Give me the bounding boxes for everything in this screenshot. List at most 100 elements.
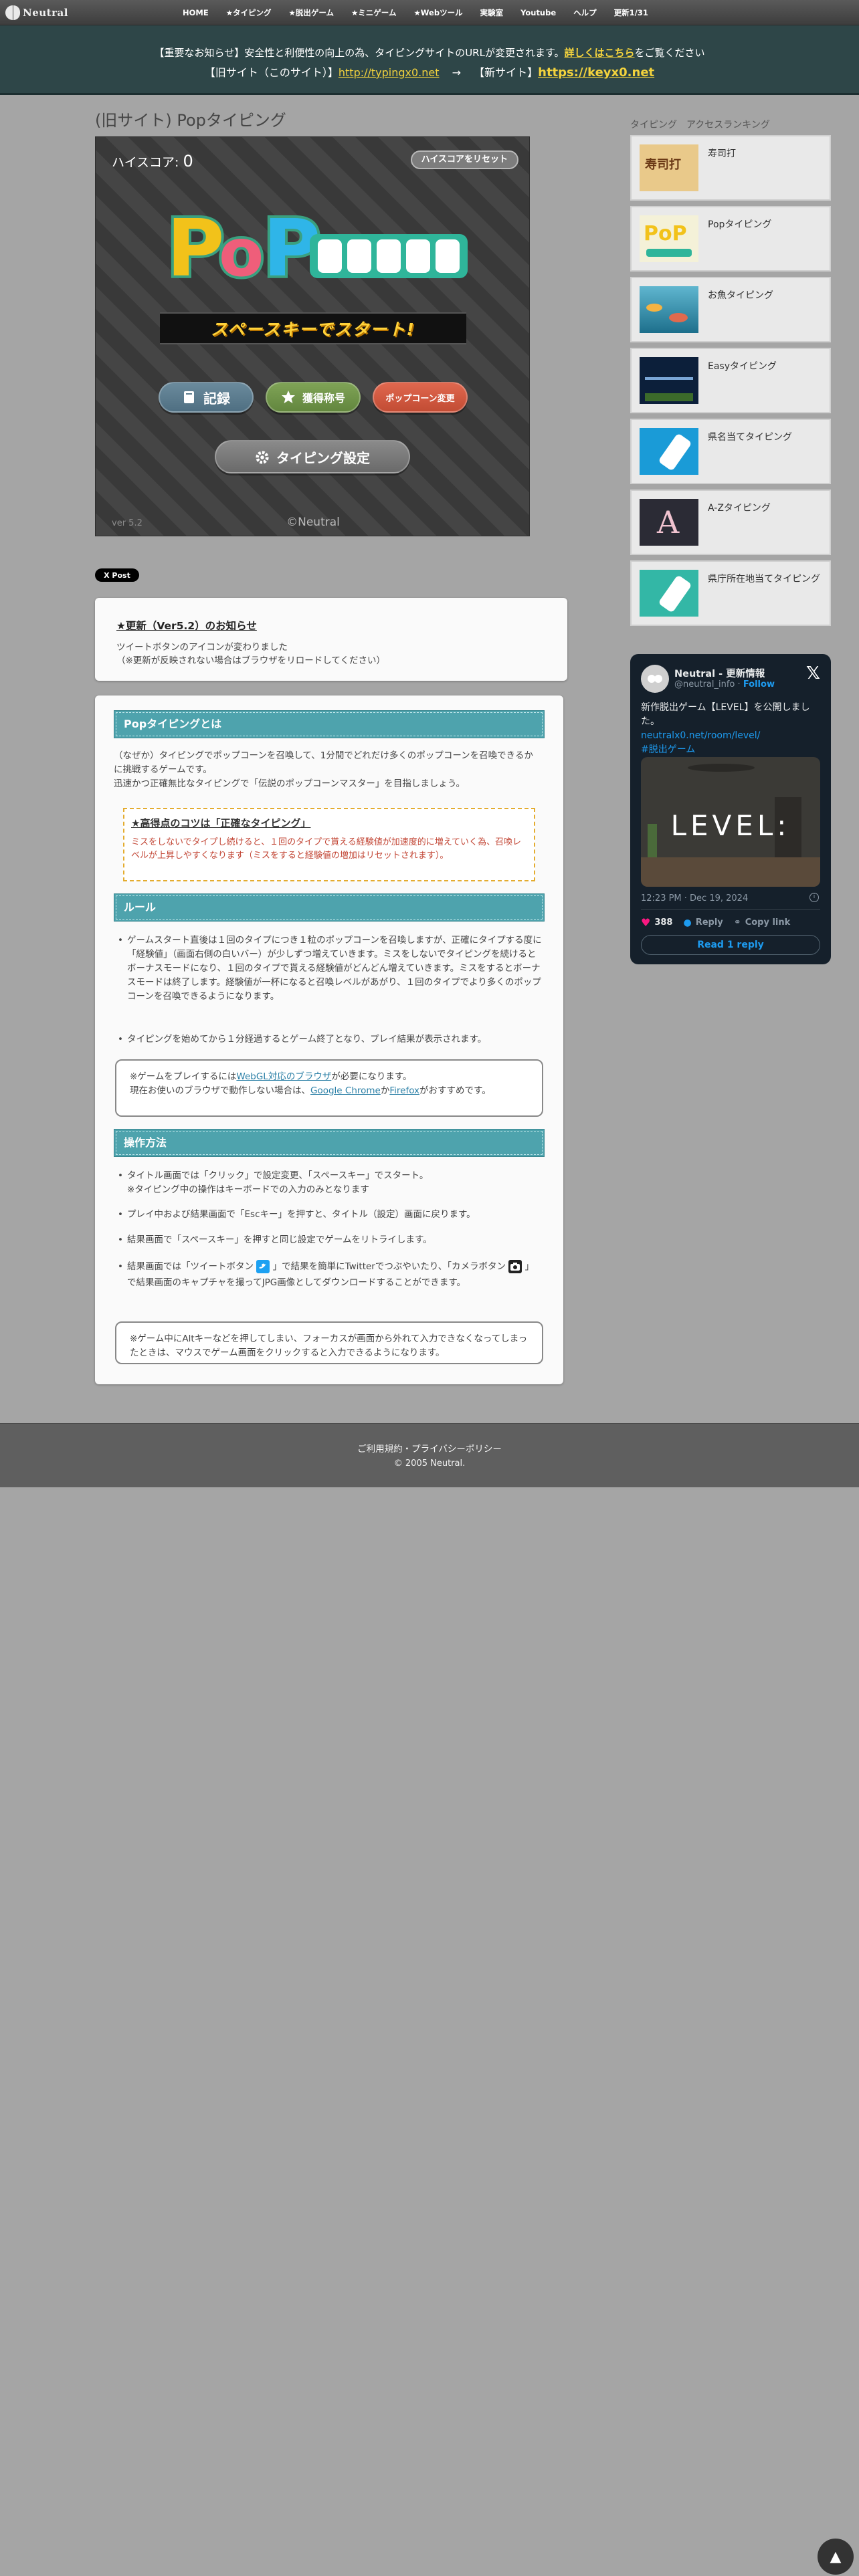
reply-label: Reply xyxy=(695,918,723,928)
link-icon: ⚭ xyxy=(733,918,741,928)
gear-icon xyxy=(255,449,270,464)
titles-button[interactable]: 獲得称号 xyxy=(266,382,361,413)
ranking-item-easy-typing[interactable]: Easyタイピング xyxy=(630,348,831,413)
control-item-4-text-b: 」で結果を簡単にTwitterでつぶやいたり、「カメラボタン xyxy=(272,1261,506,1272)
ranking-item-sushida[interactable]: 寿司打 寿司打 xyxy=(630,135,831,201)
x-post-time[interactable]: 12:23 PM · Dec 19, 2024 xyxy=(641,893,748,903)
x-follow-button[interactable]: Follow xyxy=(743,679,775,689)
notice-line-1: 【重要なお知らせ】安全性と利便性の向上の為、タイピングサイトのURLが変更されま… xyxy=(0,45,859,60)
control-item-4: • 結果画面では「ツイートボタン 」で結果を簡単にTwitterでつぶやいたり、… xyxy=(118,1260,535,1288)
nav-item-youtube[interactable]: Youtube xyxy=(512,8,565,17)
x-post-actions: ♥ 388 ● Reply ⚭ Copy link xyxy=(641,916,820,929)
x-handle-separator: · xyxy=(737,679,741,689)
az-typing-thumbnail-text: A xyxy=(657,504,680,540)
sushida-thumbnail-text: 寿司打 xyxy=(645,158,681,172)
rule-item-2-text: タイピングを始めてから１分経過するとゲーム終了となり、プレイ結果が表示されます。 xyxy=(127,1034,487,1045)
heart-icon: ♥ xyxy=(641,916,651,929)
x-logo-icon[interactable]: 𝕏 xyxy=(806,663,820,683)
webgl-browser-link[interactable]: WebGL対応のブラウザ xyxy=(236,1071,331,1082)
titles-button-label: 獲得称号 xyxy=(302,392,345,405)
reset-highscore-button[interactable]: ハイスコアをリセット xyxy=(410,150,518,169)
control-item-2-text: プレイ中および結果画面で「Escキー」を押すと、タイトル（設定）画面に戻ります。 xyxy=(127,1209,476,1220)
ranking-item-pop-typing[interactable]: PoP Popタイピング xyxy=(630,206,831,272)
like-count: 388 xyxy=(654,918,673,928)
tip-title: ★高得点のコツは「正確なタイピング」 xyxy=(131,817,311,829)
about-paragraph-2: 迅速かつ正確無比なタイピングで「伝説のポップコーンマスター」を目指しましょう。 xyxy=(114,778,466,789)
camera-icon xyxy=(508,1260,522,1273)
nav-item-typing[interactable]: ★タイピング xyxy=(217,7,280,18)
ranking-item-capital-typing[interactable]: 県庁所在地当てタイピング xyxy=(630,560,831,626)
notice-line-2: 【旧サイト（このサイト）】http://typingx0.net → 【新サイト… xyxy=(0,64,859,80)
footer-policy-links[interactable]: ご利用規約・プライバシーポリシー xyxy=(0,1441,859,1455)
x-handle-text[interactable]: @neutral_info xyxy=(674,679,735,689)
notice-text-end: をご覧ください xyxy=(634,47,705,59)
record-button[interactable]: 記録 xyxy=(159,382,254,413)
new-site-link[interactable]: https://keyx0.net xyxy=(538,66,654,80)
firefox-link[interactable]: Firefox xyxy=(389,1085,419,1096)
ranking-item-prefecture-typing[interactable]: 県名当てタイピング xyxy=(630,419,831,484)
ranking-item-name: お魚タイピング xyxy=(708,290,773,301)
focus-help-note: ※ゲーム中にAltキーなどを押してしまい、フォーカスが画面から外れて入力できなく… xyxy=(115,1321,543,1364)
nav-item-lab[interactable]: 実験室 xyxy=(472,7,512,18)
ranking-item-az-typing[interactable]: A A-Zタイピング xyxy=(630,490,831,555)
ranking-item-name: Popタイピング xyxy=(708,219,772,230)
nav-item-escape-game[interactable]: ★脱出ゲーム xyxy=(280,7,343,18)
nav-item-web-tools[interactable]: ★Webツール xyxy=(405,7,471,18)
highscore-display: ハイスコア: 0 xyxy=(112,152,193,171)
ranking-item-fish-typing[interactable]: お魚タイピング xyxy=(630,277,831,342)
old-site-link[interactable]: http://typingx0.net xyxy=(339,66,440,79)
page-title: (旧サイト) Popタイピング xyxy=(95,111,286,130)
nav-item-home[interactable]: HOME xyxy=(174,8,217,17)
url-change-notice: 【重要なお知らせ】安全性と利便性の向上の為、タイピングサイトのURLが変更されま… xyxy=(0,25,859,95)
nav-item-help[interactable]: ヘルプ xyxy=(565,7,605,18)
game-canvas[interactable]: ハイスコア: 0 ハイスコアをリセット P o P スペースキーでスタート! 記録… xyxy=(95,136,530,536)
ranking-item-name: 県名当てタイピング xyxy=(708,432,792,443)
update-line-2: （※更新が反映されない場合はブラウザをリロードしてください） xyxy=(116,655,386,666)
like-action[interactable]: ♥ 388 xyxy=(641,916,672,929)
typing-settings-label: タイピング設定 xyxy=(276,449,370,466)
copy-link-action[interactable]: ⚭ Copy link xyxy=(734,916,791,929)
sushida-thumbnail: 寿司打 xyxy=(640,144,698,191)
update-line-1: ツイートボタンのアイコンが変わりました xyxy=(116,642,288,653)
control-item-1: • タイトル画面では「クリック」で設定変更、「スペースキー」でスタート。 ※タイ… xyxy=(118,1169,542,1197)
scroll-to-top-button[interactable]: ▲ xyxy=(818,2539,854,2575)
nav-item-mini-game[interactable]: ★ミニゲーム xyxy=(343,7,405,18)
about-paragraph-1: （なぜか）タイピングでポップコーンを召喚して、1分間でどれだけ多くのポップコーン… xyxy=(114,750,533,775)
reply-icon: ● xyxy=(683,917,692,928)
section-heading-about: Popタイピングとは xyxy=(114,710,545,738)
popcorn-change-button[interactable]: ポップコーン変更 xyxy=(373,382,468,413)
pop-typing-thumbnail: PoP xyxy=(640,215,698,262)
highscore-value: 0 xyxy=(183,152,193,171)
nav-item-updates[interactable]: 更新1/31 xyxy=(605,7,657,18)
ranking-item-name: Easyタイピング xyxy=(708,361,777,372)
footer-copyright: © 2005 Neutral. xyxy=(393,1459,466,1469)
control-item-4-text-a: 結果画面では「ツイートボタン xyxy=(127,1261,254,1272)
reply-action[interactable]: ● Reply xyxy=(683,916,723,929)
notice-details-link[interactable]: 詳しくはこちら xyxy=(564,47,634,59)
read-reply-button[interactable]: Read 1 reply xyxy=(641,935,820,955)
pop-typing-thumbnail-text: PoP xyxy=(644,222,687,245)
x-post-button[interactable]: X Post xyxy=(95,568,139,582)
control-item-2: • プレイ中および結果画面で「Escキー」を押すと、タイトル（設定）画面に戻ります… xyxy=(118,1209,476,1220)
info-icon[interactable]: i xyxy=(809,893,819,902)
copy-link-label: Copy link xyxy=(745,918,791,928)
typing-settings-button[interactable]: タイピング設定 xyxy=(215,440,410,473)
x-post-link[interactable]: neutralx0.net/room/level/ xyxy=(641,729,822,743)
avatar[interactable] xyxy=(641,665,669,693)
x-post-text: 新作脱出ゲーム【LEVEL】を公開しました。 neutralx0.net/roo… xyxy=(641,701,822,757)
start-prompt-text: スペースキーでスタート! xyxy=(211,320,415,339)
high-score-tip-box: ★高得点のコツは「正確なタイピング」 ミスをしないでタイプし続けると、１回のタイ… xyxy=(123,808,535,881)
x-post-hashtag[interactable]: #脱出ゲーム xyxy=(641,743,822,757)
x-account-name[interactable]: Neutral - 更新情報 xyxy=(674,666,765,680)
control-item-3: • 結果画面で「スペースキー」を押すと同じ設定でゲームをリトライします。 xyxy=(118,1235,432,1245)
notice-text: 【重要なお知らせ】安全性と利便性の向上の為、タイピングサイトのURLが変更されま… xyxy=(154,47,565,59)
level-image-text: LEVEL: xyxy=(670,809,791,842)
record-button-label: 記録 xyxy=(203,390,230,407)
star-icon xyxy=(281,390,296,405)
google-chrome-link[interactable]: Google Chrome xyxy=(310,1085,381,1096)
section-heading-rules: ルール xyxy=(114,893,545,922)
arrow-right-icon: → xyxy=(452,66,462,79)
x-post-image[interactable]: LEVEL: xyxy=(641,757,820,887)
update-title: ★更新（Ver5.2）のお知らせ xyxy=(116,620,257,632)
site-logo[interactable]: Neutral xyxy=(5,4,68,21)
